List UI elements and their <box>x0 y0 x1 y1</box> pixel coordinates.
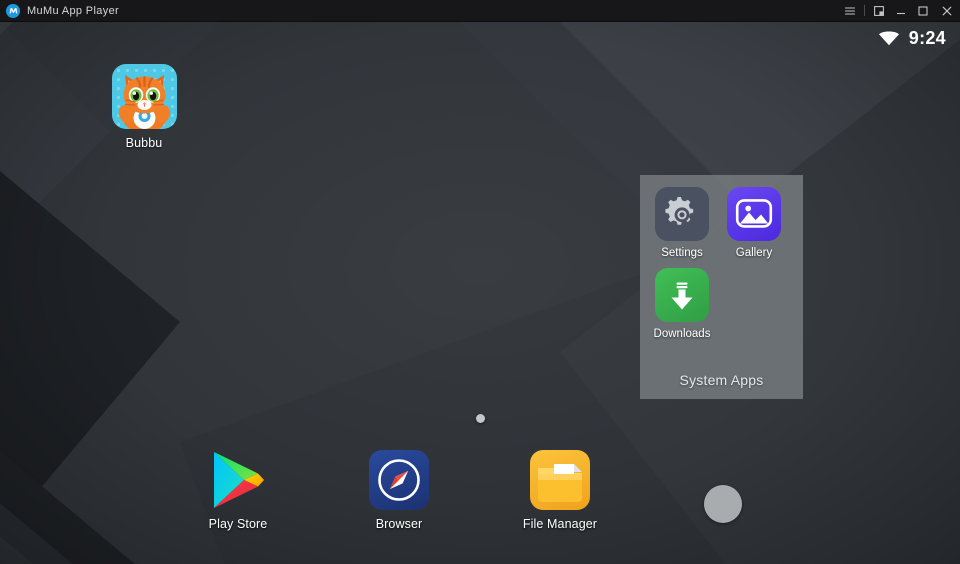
dock-app-file-manager[interactable]: File Manager <box>517 450 603 531</box>
gear-icon <box>655 187 709 241</box>
titlebar-divider <box>864 5 865 16</box>
dock-app-browser[interactable]: Browser <box>356 450 442 531</box>
dock-app-label: Play Store <box>208 517 268 531</box>
page-dot-active[interactable] <box>475 414 485 423</box>
compass-icon <box>369 450 429 510</box>
maximize-icon[interactable] <box>912 0 934 22</box>
folder-app-settings[interactable]: Settings <box>650 187 714 259</box>
app-drawer-circle-icon[interactable] <box>704 485 742 523</box>
folder-app-label: Gallery <box>735 247 773 259</box>
photo-icon <box>727 187 781 241</box>
folder-app-label: Settings <box>661 247 703 259</box>
android-status-bar: 9:24 <box>878 22 960 54</box>
folder-app-grid: Settings Gallery Downloads <box>640 187 803 349</box>
dock-app-play-store[interactable]: Play Store <box>195 450 281 531</box>
bubbu-cat-icon <box>111 64 177 129</box>
window-controls <box>839 0 960 22</box>
resize-window-icon[interactable] <box>868 0 890 22</box>
android-screen: 9:24 Bubbu Settings Gallery Downloads Sy… <box>0 22 960 564</box>
hamburger-menu-icon[interactable] <box>839 0 861 22</box>
home-app-bubbu[interactable]: Bubbu <box>101 64 187 150</box>
folder-title: System Apps <box>679 372 764 388</box>
dock-app-label: File Manager <box>522 517 598 531</box>
folder-app-gallery[interactable]: Gallery <box>722 187 786 259</box>
folder-app-downloads[interactable]: Downloads <box>650 268 714 340</box>
status-bar-clock: 9:24 <box>908 28 946 48</box>
system-apps-folder[interactable]: Settings Gallery Downloads System Apps <box>640 175 803 399</box>
folder-icon <box>530 450 590 510</box>
close-icon[interactable] <box>934 0 960 22</box>
wifi-icon <box>878 30 900 46</box>
dock-app-label: Browser <box>375 517 423 531</box>
minimize-icon[interactable] <box>890 0 912 22</box>
home-app-label: Bubbu <box>125 136 163 150</box>
page-indicator <box>0 414 960 423</box>
download-arrow-icon <box>655 268 709 322</box>
window-title: MuMu App Player <box>27 4 120 17</box>
play-store-icon <box>208 450 268 510</box>
window-titlebar: MuMu App Player <box>0 0 960 22</box>
folder-app-label: Downloads <box>653 328 711 340</box>
mumu-logo-icon <box>6 3 20 18</box>
